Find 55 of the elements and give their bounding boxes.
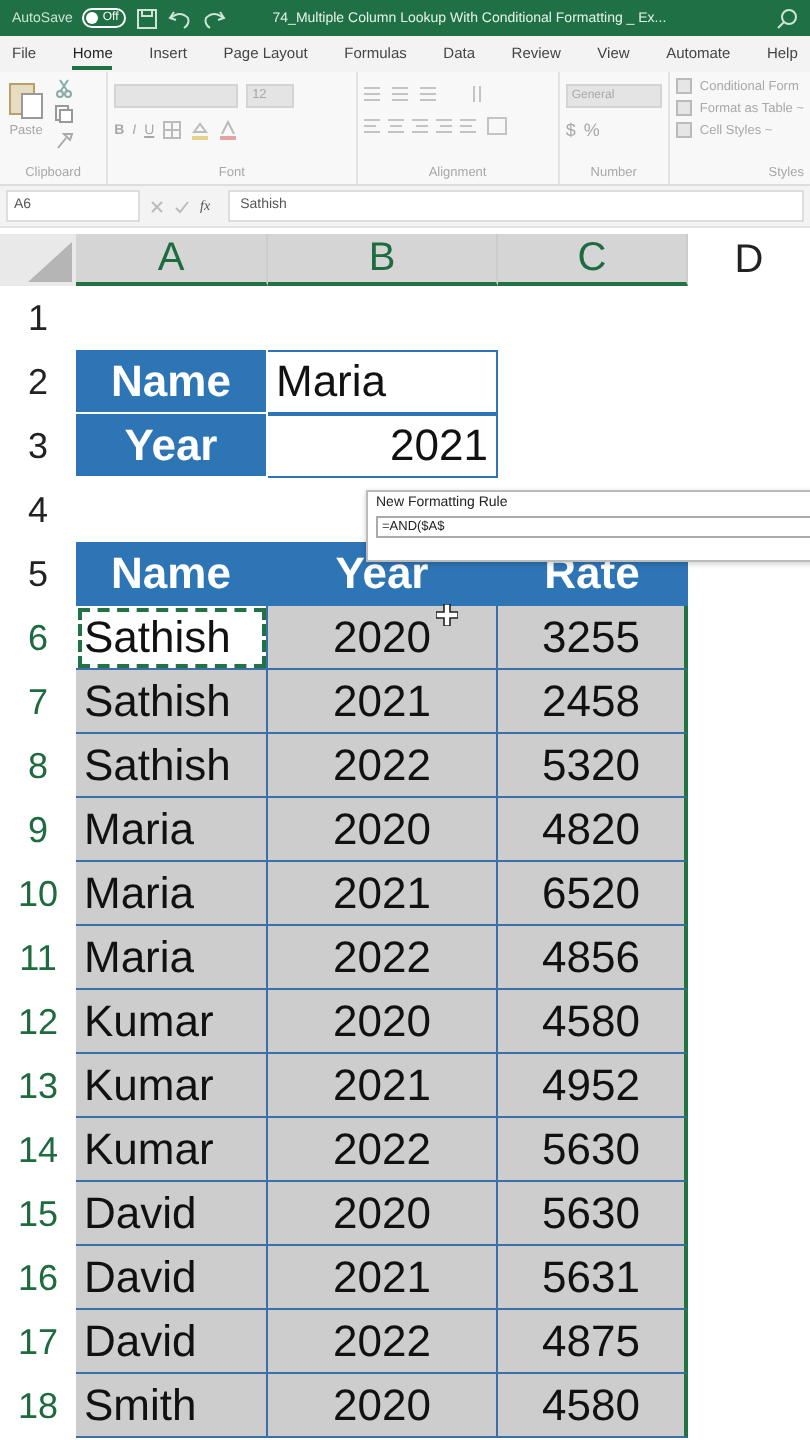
search-icon[interactable]	[776, 7, 798, 29]
table-cell: Sathish	[76, 606, 268, 670]
table-cell: 2020	[268, 606, 498, 670]
table-cell: 2020	[268, 990, 498, 1054]
table-cell: 4856	[498, 926, 688, 990]
cursor-icon	[436, 604, 458, 626]
table-cell: Kumar	[76, 990, 268, 1054]
table-cell: 2022	[268, 1310, 498, 1374]
check-icon[interactable]	[174, 199, 190, 213]
table-cell: 4820	[498, 798, 688, 862]
table-cell: 3255	[498, 606, 688, 670]
table-cell: 4580	[498, 1374, 688, 1438]
table-cell: 2021	[268, 862, 498, 926]
header-cell: Name	[76, 542, 268, 606]
input-cell: 2021	[268, 414, 498, 478]
column-header[interactable]: B	[268, 234, 498, 286]
table-cell: 5631	[498, 1246, 688, 1310]
table-cell: 4952	[498, 1054, 688, 1118]
redo-icon[interactable]	[202, 7, 227, 29]
table-cell: Kumar	[76, 1118, 268, 1182]
label-cell: Name	[76, 350, 268, 414]
table-cell: Sathish	[76, 734, 268, 798]
table-cell: 6520	[498, 862, 688, 926]
table-cell: 2021	[268, 1246, 498, 1310]
label-cell: Year	[76, 414, 268, 478]
table-cell: 2021	[268, 1054, 498, 1118]
table-cell: David	[76, 1182, 268, 1246]
table-cell: 2020	[268, 1182, 498, 1246]
table-cell: Kumar	[76, 1054, 268, 1118]
undo-icon[interactable]	[168, 7, 193, 29]
table-cell: Sathish	[76, 670, 268, 734]
save-icon[interactable]	[136, 7, 159, 29]
table-cell: 5630	[498, 1118, 688, 1182]
table-cell: 5320	[498, 734, 688, 798]
column-header[interactable]: A	[76, 234, 268, 286]
select-all-corner[interactable]	[0, 234, 76, 286]
table-cell: 2021	[268, 670, 498, 734]
column-header[interactable]: C	[498, 234, 688, 286]
table-cell: 2020	[268, 798, 498, 862]
table-cell: Maria	[76, 798, 268, 862]
table-cell: Smith	[76, 1374, 268, 1438]
table-cell: 2022	[268, 926, 498, 990]
table-cell: 2020	[268, 1374, 498, 1438]
table-cell: 4580	[498, 990, 688, 1054]
table-cell: 2022	[268, 1118, 498, 1182]
cancel-icon[interactable]	[150, 199, 164, 213]
table-cell: 4875	[498, 1310, 688, 1374]
table-cell: Maria	[76, 926, 268, 990]
table-cell: David	[76, 1246, 268, 1310]
table-cell: 2458	[498, 670, 688, 734]
input-cell: Maria	[268, 350, 498, 414]
table-cell: 2022	[268, 734, 498, 798]
table-cell: Maria	[76, 862, 268, 926]
table-cell: David	[76, 1310, 268, 1374]
table-cell: 5630	[498, 1182, 688, 1246]
